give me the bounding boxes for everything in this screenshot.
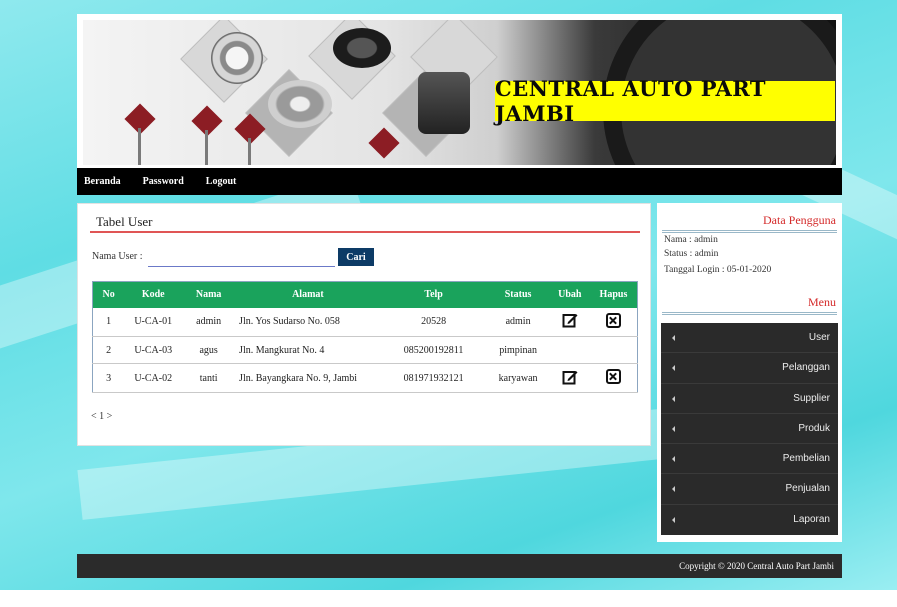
- cell-hapus: [590, 337, 638, 364]
- search-button[interactable]: Cari: [338, 248, 374, 266]
- cell-nama: admin: [196, 316, 222, 328]
- col-no: No: [102, 289, 115, 301]
- menu-item-supplier[interactable]: Supplier: [661, 384, 838, 414]
- edit-icon[interactable]: [562, 369, 578, 385]
- cell-telp: 081971932121: [403, 372, 464, 384]
- delete-icon[interactable]: [605, 369, 621, 384]
- user-table: No Kode Nama Alamat Telp Status Ubah Hap…: [92, 281, 638, 393]
- col-ubah: Ubah: [558, 289, 582, 301]
- chevron-left-icon: [672, 516, 675, 523]
- search-input[interactable]: [148, 249, 335, 267]
- sidebar-divider: [662, 230, 837, 233]
- col-nama: Nama: [195, 289, 222, 301]
- side-menu: User Pelanggan Supplier Produk Pembelian…: [661, 323, 838, 535]
- table-header-row: No Kode Nama Alamat Telp Status Ubah Hap…: [92, 281, 638, 308]
- chevron-left-icon: [672, 486, 675, 493]
- cell-kode: U-CA-03: [134, 344, 173, 356]
- panel-title: Tabel User: [96, 214, 153, 229]
- top-navbar: Beranda Password Logout: [77, 168, 842, 195]
- col-alamat: Alamat: [292, 289, 324, 301]
- cell-telp: 085200192811: [403, 344, 464, 356]
- menu-label: Produk: [798, 422, 830, 434]
- chevron-left-icon: [672, 425, 675, 432]
- user-status: Status : admin: [664, 249, 719, 259]
- title-divider: [90, 231, 640, 233]
- cell-nama: agus: [199, 344, 218, 356]
- table-row: 3 U-CA-02 tanti Jln. Bayangkara No. 9, J…: [92, 364, 638, 393]
- menu-title: Menu: [808, 295, 836, 309]
- table-row: 1 U-CA-01 admin Jln. Yos Sudarso No. 058…: [92, 308, 638, 337]
- menu-item-laporan[interactable]: Laporan: [661, 505, 838, 535]
- sidebar-divider: [662, 312, 837, 315]
- col-status: Status: [504, 289, 532, 301]
- menu-item-produk[interactable]: Produk: [661, 414, 838, 445]
- chevron-left-icon: [672, 456, 675, 463]
- menu-label: Pembelian: [782, 453, 830, 465]
- chevron-left-icon: [672, 395, 675, 402]
- search-label: Nama User :: [92, 251, 143, 262]
- menu-item-user[interactable]: User: [661, 323, 838, 354]
- cell-telp: 20528: [421, 316, 447, 328]
- footer: Copyright © 2020 Central Auto Part Jambi: [77, 554, 842, 578]
- chevron-left-icon: [672, 335, 675, 341]
- login-date: Tanggal Login : 05-01-2020: [664, 265, 772, 275]
- col-hapus: Hapus: [599, 289, 628, 301]
- nav-beranda[interactable]: Beranda: [80, 176, 121, 187]
- menu-label: Laporan: [793, 513, 830, 525]
- cell-no: 2: [106, 344, 112, 356]
- menu-item-penjualan[interactable]: Penjualan: [661, 474, 838, 505]
- nav-password[interactable]: Password: [139, 176, 184, 187]
- copyright-text: Copyright © 2020 Central Auto Part Jambi: [679, 561, 834, 571]
- banner-title: CENTRAL AUTO PART JAMBI: [495, 76, 835, 126]
- user-data-title: Data Pengguna: [763, 213, 836, 227]
- cell-status: karyawan: [498, 372, 538, 384]
- cell-alamat: Jln. Mangkurat No. 4: [239, 344, 325, 356]
- cell-hapus: [590, 308, 638, 337]
- edit-icon[interactable]: [562, 312, 578, 328]
- col-kode: Kode: [141, 289, 165, 301]
- cell-ubah: [550, 308, 590, 337]
- cell-alamat: Jln. Yos Sudarso No. 058: [239, 316, 340, 328]
- cell-ubah: [550, 337, 590, 364]
- site-banner: CENTRAL AUTO PART JAMBI: [77, 14, 842, 168]
- menu-label: Penjualan: [785, 483, 830, 495]
- cell-no: 3: [106, 372, 112, 384]
- menu-label: User: [808, 332, 830, 343]
- user-name: Nama : admin: [664, 235, 718, 245]
- menu-item-pembelian[interactable]: Pembelian: [661, 444, 838, 475]
- sidebar: Data Pengguna Nama : admin Status : admi…: [657, 203, 842, 542]
- chevron-left-icon: [672, 365, 675, 372]
- cell-kode: U-CA-02: [134, 372, 173, 384]
- cell-status: admin: [505, 316, 531, 328]
- menu-label: Supplier: [793, 392, 830, 404]
- cell-nama: tanti: [199, 372, 218, 384]
- table-row: 2 U-CA-03 agus Jln. Mangkurat No. 4 0852…: [92, 337, 638, 364]
- menu-item-pelanggan[interactable]: Pelanggan: [661, 353, 838, 384]
- menu-label: Pelanggan: [782, 362, 830, 374]
- pagination[interactable]: < 1 >: [91, 411, 112, 422]
- cell-ubah: [550, 364, 590, 393]
- cell-alamat: Jln. Bayangkara No. 9, Jambi: [239, 372, 358, 384]
- col-telp: Telp: [424, 289, 443, 301]
- cell-no: 1: [106, 316, 112, 328]
- user-table-panel: Tabel User Nama User : Cari No Kode Nama…: [77, 203, 651, 446]
- cell-hapus: [590, 364, 638, 393]
- nav-logout[interactable]: Logout: [202, 176, 237, 187]
- cell-status: pimpinan: [499, 344, 537, 356]
- cell-kode: U-CA-01: [134, 316, 173, 328]
- delete-icon[interactable]: [605, 312, 621, 328]
